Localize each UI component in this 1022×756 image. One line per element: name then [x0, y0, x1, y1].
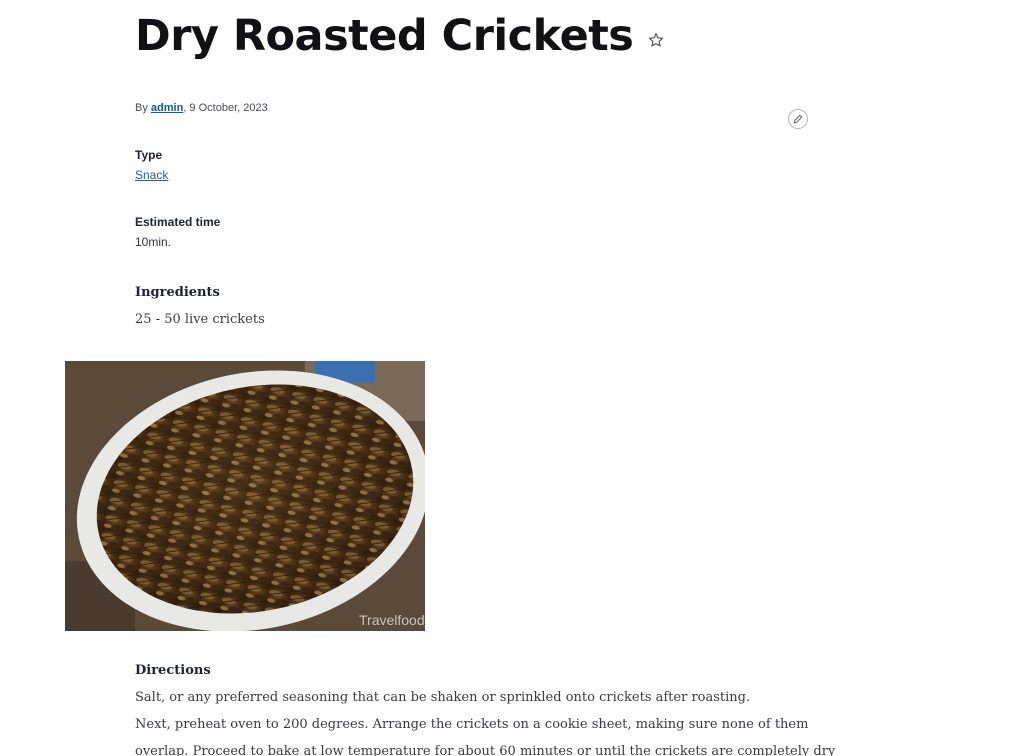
type-value: Snack [135, 168, 168, 182]
photo-watermark: Travelfood [359, 612, 425, 628]
directions-line-1: Salt, or any preferred seasoning that ca… [135, 690, 751, 705]
estimated-time-value: 10min. [135, 235, 172, 249]
page-title: Dry Roasted Crickets [135, 11, 634, 61]
author-link[interactable]: admin [151, 102, 183, 114]
type-label: Type [135, 148, 163, 162]
star-icon[interactable] [647, 31, 665, 49]
directions-line-3: overlap. Proceed to bake at low temperat… [135, 744, 836, 756]
byline: By admin, 9 October, 2023 [135, 102, 268, 114]
directions-heading: Directions [135, 663, 211, 678]
edit-button[interactable] [788, 109, 808, 129]
byline-prefix: By [135, 102, 148, 114]
recipe-photo: Travelfood [65, 361, 425, 631]
title-row: Dry Roasted Crickets [135, 8, 665, 64]
pencil-icon [793, 114, 803, 124]
post-date: , 9 October, 2023 [183, 102, 268, 114]
type-link[interactable]: Snack [135, 168, 168, 182]
estimated-time-label: Estimated time [135, 215, 221, 229]
ingredients-heading: Ingredients [135, 285, 220, 300]
ingredient-item: 25 - 50 live crickets [135, 312, 265, 327]
directions-line-2: Next, preheat oven to 200 degrees. Arran… [135, 717, 809, 732]
